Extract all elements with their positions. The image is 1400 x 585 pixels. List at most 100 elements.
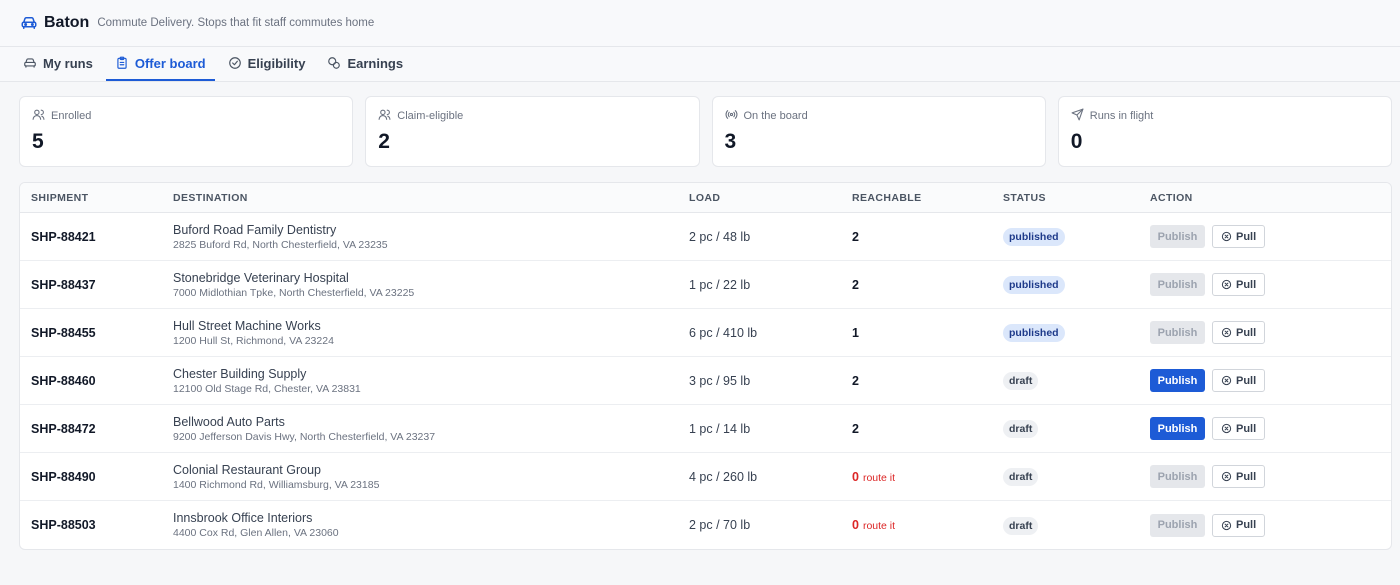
destination-address: 9200 Jefferson Davis Hwy, North Chesterf… (173, 430, 436, 443)
shipment-id: SHP-88472 (31, 421, 96, 436)
header-action: ACTION (1150, 191, 1193, 204)
route-it-note: route it (862, 520, 896, 532)
pull-label: Pull (1236, 326, 1257, 339)
tab-eligibility[interactable]: Eligibility (219, 47, 315, 81)
pull-button[interactable]: Pull (1212, 369, 1266, 392)
header-shipment: SHIPMENT (31, 191, 89, 204)
stat-label: Runs in flight (1089, 110, 1154, 122)
header-status: STATUS (1003, 191, 1046, 204)
publish-button: Publish (1150, 465, 1205, 488)
publish-button: Publish (1150, 273, 1205, 296)
table-row: SHP-88421 Buford Road Family Dentistry 282… (20, 213, 1391, 261)
status-badge: draft (1003, 468, 1039, 486)
destination-name: Buford Road Family Dentistry (173, 222, 337, 237)
pull-label: Pull (1236, 422, 1257, 435)
publish-button: Publish (1150, 513, 1205, 537)
reachable-count: 2 (852, 373, 859, 388)
route-it-note: route it (862, 471, 896, 484)
shipment-id: SHP-88490 (31, 469, 96, 484)
x-circle-icon (1221, 471, 1232, 482)
destination-name: Hull Street Machine Works (173, 318, 321, 333)
broadcast-icon (725, 108, 738, 124)
destination-address: 4400 Cox Rd, Glen Allen, VA 23060 (173, 527, 339, 539)
car-icon (23, 56, 37, 70)
publish-button: Publish (1150, 225, 1205, 248)
reachable-count: 0 (852, 518, 859, 532)
check-circle-icon (228, 56, 242, 70)
reachable-count: 0 (852, 469, 859, 484)
stat-card-runs-in-flight: Runs in flight 0 (1057, 96, 1392, 167)
pull-button[interactable]: Pull (1212, 465, 1266, 488)
load-value: 4 pc / 260 lb (689, 469, 758, 484)
load-value: 2 pc / 48 lb (689, 229, 751, 244)
publish-button[interactable]: Publish (1150, 417, 1205, 440)
reachable-count: 2 (852, 229, 859, 244)
pull-label: Pull (1236, 519, 1257, 531)
stat-value: 3 (724, 130, 737, 153)
x-circle-icon (1221, 423, 1232, 434)
table-row: SHP-88460 Chester Building Supply 12100 Ol… (20, 357, 1391, 405)
pull-button[interactable]: Pull (1212, 225, 1266, 248)
pull-label: Pull (1236, 278, 1257, 291)
users-icon (378, 108, 391, 124)
destination-address: 7000 Midlothian Tpke, North Chesterfield… (173, 286, 415, 299)
load-value: 1 pc / 22 lb (689, 277, 751, 292)
pull-label: Pull (1236, 230, 1257, 243)
status-badge: draft (1003, 372, 1039, 390)
destination-address: 12100 Old Stage Rd, Chester, VA 23831 (173, 382, 361, 395)
tab-earnings[interactable]: Earnings (318, 47, 412, 81)
send-icon (1071, 108, 1084, 124)
shipment-id: SHP-88503 (31, 518, 96, 532)
header-destination: DESTINATION (173, 191, 248, 204)
table-row: SHP-88437 Stonebridge Veterinary Hospital… (20, 261, 1391, 309)
stat-label: Enrolled (51, 110, 92, 122)
x-circle-icon (1221, 520, 1232, 531)
destination-name: Colonial Restaurant Group (173, 462, 321, 477)
status-badge: published (1003, 324, 1065, 342)
tab-label: Offer board (134, 55, 206, 71)
stat-value: 5 (32, 130, 44, 153)
status-badge: published (1003, 228, 1065, 246)
stat-label: Claim-eligible (397, 110, 464, 122)
reachable-count: 2 (852, 277, 859, 292)
reachable-count: 2 (852, 421, 859, 436)
stats-row: Enrolled 5 Claim-eligible 2 On the board… (19, 96, 1392, 167)
tab-my-runs[interactable]: My runs (14, 47, 102, 81)
stat-card-on-the-board: On the board 3 (711, 96, 1046, 167)
stat-label: On the board (743, 110, 808, 122)
table-row: SHP-88455 Hull Street Machine Works 1200 H… (20, 309, 1391, 357)
pull-button[interactable]: Pull (1212, 273, 1266, 296)
status-badge: draft (1003, 516, 1039, 535)
clipboard-icon (115, 56, 129, 70)
reachable-count: 1 (852, 325, 859, 340)
stat-value: 0 (1070, 130, 1083, 153)
x-circle-icon (1221, 327, 1232, 338)
load-value: 2 pc / 70 lb (689, 518, 751, 532)
car-icon (20, 14, 38, 32)
coins-icon (327, 56, 341, 70)
table-header: SHIPMENT DESTINATION LOAD REACHABLE STAT… (20, 183, 1391, 213)
pull-label: Pull (1236, 374, 1257, 387)
tab-label: Earnings (347, 55, 404, 71)
destination-address: 2825 Buford Rd, North Chesterfield, VA 2… (173, 238, 388, 251)
pull-label: Pull (1236, 470, 1257, 483)
tab-offer-board[interactable]: Offer board (105, 47, 215, 81)
tab-bar: My runs Offer board Eligibility Earnings (0, 47, 1400, 82)
table-row: SHP-88503 Innsbrook Office Interiors 4400 … (20, 501, 1391, 549)
pull-button[interactable]: Pull (1212, 417, 1266, 440)
shipment-id: SHP-88460 (31, 373, 96, 388)
app-tagline: Commute Delivery. Stops that fit staff c… (97, 17, 375, 29)
destination-name: Bellwood Auto Parts (173, 414, 285, 429)
tab-label: My runs (43, 55, 93, 71)
publish-button[interactable]: Publish (1150, 369, 1205, 392)
status-badge: draft (1003, 420, 1039, 438)
destination-name: Stonebridge Veterinary Hospital (173, 270, 349, 285)
x-circle-icon (1221, 231, 1232, 242)
pull-button[interactable]: Pull (1212, 513, 1266, 537)
load-value: 1 pc / 14 lb (689, 421, 751, 436)
destination-address: 1400 Richmond Rd, Williamsburg, VA 23185 (173, 478, 380, 491)
header-load: LOAD (689, 191, 721, 204)
load-value: 6 pc / 410 lb (689, 325, 758, 340)
pull-button[interactable]: Pull (1212, 321, 1266, 344)
users-icon (32, 108, 45, 124)
